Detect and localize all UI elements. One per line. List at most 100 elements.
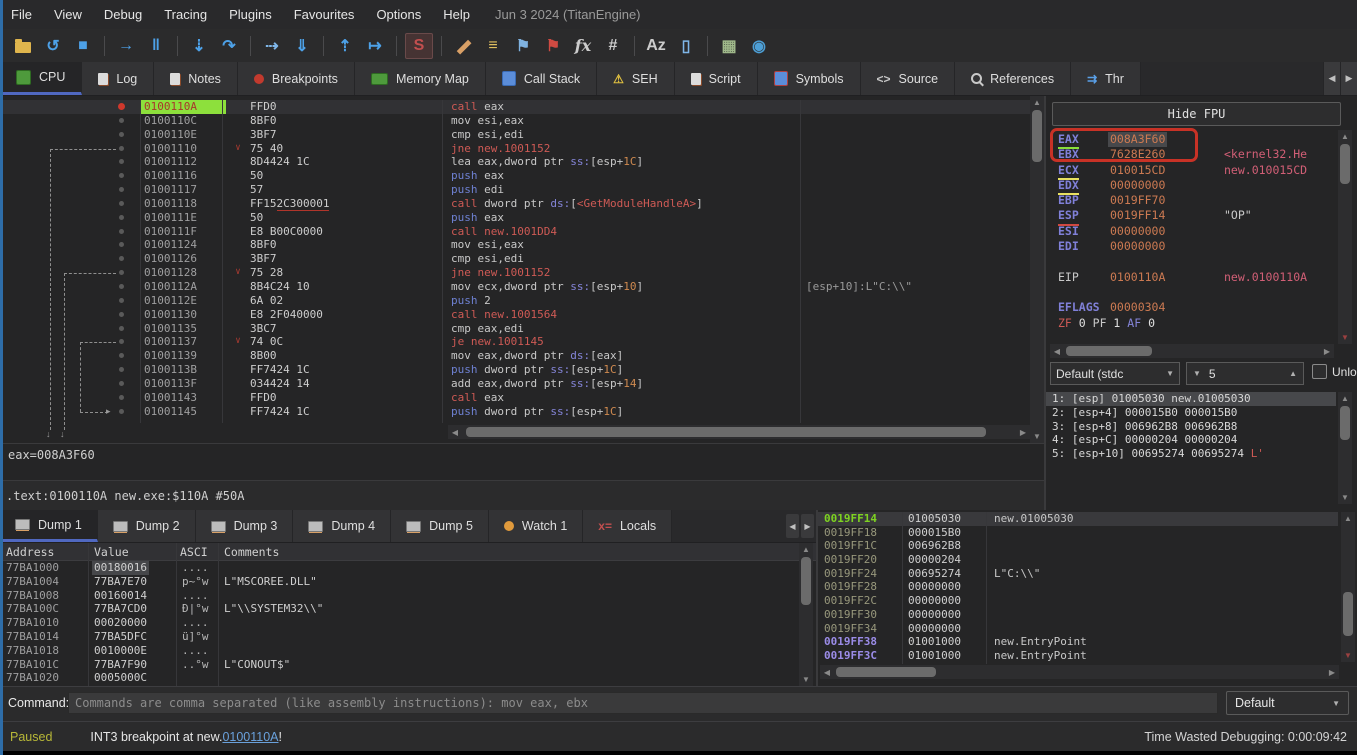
calculator-icon[interactable]: ▦ bbox=[716, 34, 742, 58]
tab-threads[interactable]: ⇉Thr bbox=[1071, 62, 1141, 95]
scroll-left-icon[interactable]: ◀ bbox=[822, 668, 832, 677]
menu-item-favourites[interactable]: Favourites bbox=[283, 7, 366, 22]
disasm-row[interactable]: 010011248BF0mov esi,eax bbox=[0, 238, 1030, 252]
vertical-scrollbar[interactable]: ▲▼ bbox=[1338, 392, 1352, 504]
stack-row[interactable]: 0019FF18000015B0 bbox=[818, 526, 1338, 540]
step-into-icon[interactable]: ⇣ bbox=[186, 34, 212, 58]
arg-count-spinner[interactable]: ▼ 5 ▲ bbox=[1186, 362, 1304, 385]
dump-row[interactable]: 77BA100000180016.... bbox=[0, 561, 800, 575]
arg-row[interactable]: 2: [esp+4] 000015B0 000015B0 bbox=[1046, 406, 1336, 420]
disasm-row[interactable]: 0100111E50push eax bbox=[0, 211, 1030, 225]
register-row[interactable]: EDX00000000 bbox=[1046, 178, 1336, 193]
disasm-row[interactable]: 0100111FE8 B00C0000call new.1001DD4 bbox=[0, 225, 1030, 239]
scroll-thumb[interactable] bbox=[466, 427, 986, 437]
disasm-row[interactable]: 0100113F034424 14add eax,dword ptr ss:[e… bbox=[0, 377, 1030, 391]
register-row[interactable] bbox=[1046, 254, 1336, 269]
registers-pane[interactable]: Hide FPU EAX008A3F60EBX7628E260<kernel32… bbox=[1044, 96, 1357, 510]
scroll-thumb[interactable] bbox=[1066, 346, 1152, 356]
disasm-row[interactable]: 01001137∨74 0Cje new.1001145 bbox=[0, 335, 1030, 349]
tab-notes[interactable]: Notes bbox=[154, 62, 238, 95]
tab-watch-1[interactable]: Watch 1 bbox=[489, 510, 583, 542]
arg-row[interactable]: 4: [esp+C] 00000204 00000204 bbox=[1046, 433, 1336, 447]
scroll-up-icon[interactable]: ▲ bbox=[799, 545, 813, 554]
arg-row[interactable]: 3: [esp+8] 006962B8 006962B8 bbox=[1046, 420, 1336, 434]
tabs-scroll-left-button[interactable]: ◀ bbox=[1323, 62, 1340, 95]
close-icon[interactable]: ■ bbox=[70, 34, 96, 58]
int3-breakpoint-icon[interactable]: S bbox=[405, 33, 433, 59]
patches-icon[interactable]: ▬ bbox=[450, 34, 476, 58]
tab-dump-2[interactable]: Dump 2 bbox=[98, 510, 196, 542]
scroll-down-icon[interactable]: ▼ bbox=[1341, 651, 1355, 660]
scroll-down-icon[interactable]: ▼ bbox=[1338, 493, 1352, 502]
menu-item-options[interactable]: Options bbox=[365, 7, 432, 22]
tab-breakpoints[interactable]: Breakpoints bbox=[238, 62, 355, 95]
scroll-thumb[interactable] bbox=[1032, 110, 1042, 162]
disasm-row[interactable]: 01001110∨75 40jne new.1001152 bbox=[0, 142, 1030, 156]
arg-row[interactable]: 5: [esp+10] 00695274 00695274 L' bbox=[1046, 447, 1336, 461]
restart-icon[interactable]: ↺ bbox=[40, 34, 66, 58]
register-row[interactable]: ECX010015CDnew.010015CD bbox=[1046, 163, 1336, 178]
vertical-scrollbar[interactable]: ▲▼ bbox=[1341, 512, 1355, 662]
tab-cpu[interactable]: CPU bbox=[0, 62, 82, 95]
menu-item-debug[interactable]: Debug bbox=[93, 7, 153, 22]
stack-row[interactable]: 0019FF1C006962B8 bbox=[818, 539, 1338, 553]
disasm-row[interactable]: 01001128∨75 28jne new.1001152 bbox=[0, 266, 1030, 280]
stack-row[interactable]: 0019FF3801001000new.EntryPoint bbox=[818, 635, 1338, 649]
open-file-icon[interactable] bbox=[10, 34, 36, 58]
dump-tabs-scroll-left-button[interactable]: ◀ bbox=[786, 514, 799, 538]
dump-row[interactable]: 77BA100800160014.... bbox=[0, 589, 800, 603]
register-row[interactable]: EIP0100110Anew.0100110A bbox=[1046, 270, 1336, 285]
dump-row[interactable]: 77BA100477BA7E70p~°wL"MSCOREE.DLL" bbox=[0, 575, 800, 589]
disasm-row[interactable]: 010011353BC7cmp eax,edi bbox=[0, 322, 1030, 336]
disasm-row[interactable]: 0100112A8B4C24 10mov ecx,dword ptr ss:[e… bbox=[0, 280, 1030, 294]
spinner-up-icon[interactable]: ▲ bbox=[1289, 369, 1297, 378]
stack-row[interactable]: 0019FF3C01001000new.EntryPoint bbox=[818, 649, 1338, 663]
disasm-row[interactable]: 010011128D4424 1Clea eax,dword ptr ss:[e… bbox=[0, 155, 1030, 169]
disasm-row[interactable]: 0100110C8BF0mov esi,eax bbox=[0, 114, 1030, 128]
animate-into-icon[interactable]: ⇢ bbox=[259, 34, 285, 58]
tab-source[interactable]: <>Source bbox=[861, 62, 956, 95]
scroll-up-icon[interactable]: ▲ bbox=[1338, 132, 1352, 141]
spinner-down-icon[interactable]: ▼ bbox=[1193, 369, 1201, 378]
dump-row[interactable]: 77BA100C77BA7CD0Ð|°wL"\\SYSTEM32\\" bbox=[0, 602, 800, 616]
dump-row[interactable]: 77BA101C77BA7F90..°wL"CONOUT$" bbox=[0, 658, 800, 672]
register-row[interactable]: EDI00000000 bbox=[1046, 239, 1336, 254]
scroll-right-icon[interactable]: ▶ bbox=[1327, 668, 1337, 677]
scroll-left-icon[interactable]: ◀ bbox=[450, 428, 460, 437]
register-row[interactable]: EFLAGS00000304 bbox=[1046, 300, 1336, 315]
disasm-row[interactable]: 01001143FFD0call eax bbox=[0, 391, 1030, 405]
profile-dropdown[interactable]: Default▼ bbox=[1226, 691, 1349, 715]
scroll-thumb[interactable] bbox=[836, 667, 936, 677]
disasm-row[interactable]: 010011398B00mov eax,dword ptr ds:[eax] bbox=[0, 349, 1030, 363]
arg-row[interactable]: 1: [esp] 01005030 new.01005030 bbox=[1046, 392, 1336, 406]
checkbox-icon[interactable] bbox=[1312, 364, 1327, 379]
tabs-scroll-right-button[interactable]: ▶ bbox=[1340, 62, 1357, 95]
scroll-down-icon[interactable]: ▼ bbox=[1338, 333, 1352, 342]
disasm-row[interactable]: 0100112E6A 02push 2 bbox=[0, 294, 1030, 308]
scroll-thumb[interactable] bbox=[1340, 406, 1350, 440]
stack-row[interactable]: 0019FF1401005030new.01005030 bbox=[818, 512, 1338, 526]
dump-row[interactable]: 77BA10200005000C bbox=[0, 671, 800, 685]
tab-dump-4[interactable]: Dump 4 bbox=[293, 510, 391, 542]
disasm-row[interactable]: 01001145FF7424 1Cpush dword ptr ss:[esp+… bbox=[0, 405, 1030, 419]
run-icon[interactable]: → bbox=[113, 34, 139, 58]
horizontal-scrollbar[interactable]: ◀▶ bbox=[448, 425, 1030, 439]
horizontal-scrollbar[interactable]: ◀▶ bbox=[820, 665, 1339, 679]
dump-pane[interactable]: Dump 1Dump 2Dump 3Dump 4Dump 5Watch 1x=L… bbox=[0, 510, 816, 686]
dump-row[interactable]: 77BA101477BA5DFCü]°w bbox=[0, 630, 800, 644]
register-row[interactable] bbox=[1046, 285, 1336, 300]
dump-row[interactable]: 77BA10180010000E.... bbox=[0, 644, 800, 658]
stack-pane[interactable]: 0019FF1401005030new.010050300019FF180000… bbox=[816, 510, 1357, 686]
disasm-row[interactable]: 010011263BF7cmp esi,edi bbox=[0, 252, 1030, 266]
scroll-thumb[interactable] bbox=[801, 557, 811, 605]
register-row[interactable]: ZF 0 PF 1 AF 0 bbox=[1046, 316, 1336, 331]
device-arrow-icon[interactable]: ▯ bbox=[673, 34, 699, 58]
run-to-user-code-icon[interactable]: ⇓ bbox=[289, 34, 315, 58]
horizontal-scrollbar[interactable]: ◀▶ bbox=[1050, 344, 1334, 358]
bookmarks-icon[interactable]: ⚑ bbox=[540, 34, 566, 58]
scroll-thumb[interactable] bbox=[1343, 592, 1353, 636]
scroll-left-icon[interactable]: ◀ bbox=[1052, 347, 1062, 356]
scroll-down-icon[interactable]: ▼ bbox=[799, 675, 813, 684]
dump-tabs-scroll-right-button[interactable]: ▶ bbox=[801, 514, 814, 538]
step-over-icon[interactable]: ↷ bbox=[216, 34, 242, 58]
